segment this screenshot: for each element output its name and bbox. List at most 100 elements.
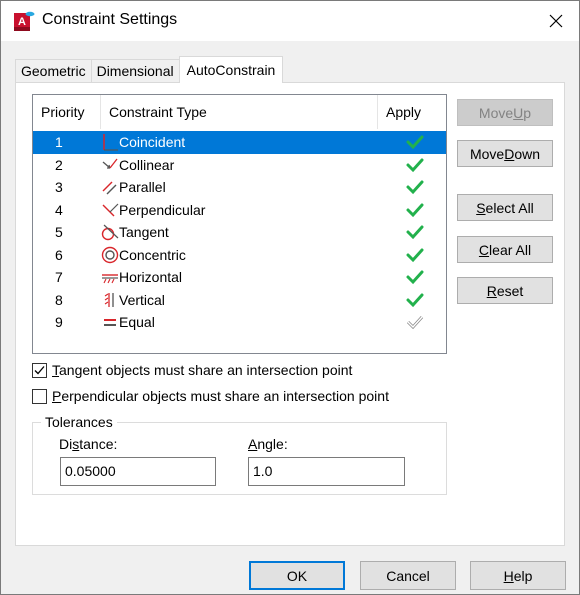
constraint-type-label: Tangent — [119, 224, 169, 241]
constraint-type-label: Collinear — [119, 156, 175, 173]
apply-checked-icon[interactable] — [405, 201, 425, 219]
tab-strip: Geometric Dimensional AutoConstrain — [15, 56, 284, 83]
apply-checked-icon[interactable] — [405, 178, 425, 196]
reset-button[interactable]: Reset — [457, 277, 553, 304]
constraint-type-cell: Collinear — [101, 156, 378, 174]
perpendicular-mnemonic: P — [52, 388, 62, 404]
select-all-mnemonic: S — [476, 199, 486, 216]
list-row-equal[interactable]: 9 Equal — [33, 311, 446, 334]
help-label-post: elp — [513, 567, 533, 584]
apply-cell[interactable] — [378, 246, 444, 264]
move-down-label-post: own — [514, 145, 541, 162]
move-up-label-pre: Move — [478, 104, 514, 121]
list-row-vertical[interactable]: 8 Vertical — [33, 289, 446, 312]
constraint-type-cell: Parallel — [101, 178, 378, 196]
tab-geometric[interactable]: Geometric — [15, 59, 92, 83]
list-row-tangent[interactable]: 5 Tangent — [33, 221, 446, 244]
apply-checked-icon[interactable] — [405, 291, 425, 309]
apply-cell[interactable] — [378, 133, 444, 151]
apply-checked-icon[interactable] — [405, 223, 425, 241]
ok-label: OK — [286, 567, 308, 584]
apply-checked-icon[interactable] — [405, 268, 425, 286]
angle-input[interactable]: 1.0 — [248, 457, 405, 486]
close-button[interactable] — [533, 1, 579, 41]
ok-button[interactable]: OK — [249, 561, 345, 590]
coincident-icon — [103, 134, 118, 151]
move-up-button[interactable]: Move Up — [457, 99, 553, 126]
distance-input[interactable]: 0.05000 — [60, 457, 216, 486]
priority-cell: 5 — [55, 224, 63, 241]
list-row-parallel[interactable]: 3 Parallel — [33, 176, 446, 199]
priority-cell: 9 — [55, 314, 63, 331]
apply-cell[interactable] — [378, 268, 444, 286]
angle-mnemonic: A — [248, 436, 258, 452]
perpendicular-icon — [102, 203, 119, 217]
cancel-label: Cancel — [386, 567, 430, 584]
autoconstrain-panel: Priority Constraint Type Apply 1 Coincide… — [15, 82, 565, 546]
constraint-priority-list[interactable]: Priority Constraint Type Apply 1 Coincide… — [32, 94, 447, 354]
move-up-label-post: p — [523, 104, 532, 121]
tangent-intersection-checkbox[interactable] — [32, 362, 47, 378]
constraint-type-label: Perpendicular — [119, 201, 206, 218]
distance-label-pre: Di — [59, 436, 73, 452]
constraint-settings-dialog: A Constraint Settings Geometric Dimensio… — [0, 0, 580, 595]
parallel-icon — [102, 181, 117, 195]
perpendicular-intersection-label: Perpendicular objects must share an inte… — [52, 388, 389, 404]
cancel-button[interactable]: Cancel — [360, 561, 456, 590]
perpendicular-label-rest: erpendicular objects must share an inter… — [61, 388, 389, 404]
tangent-intersection-label: Tangent objects must share an intersecti… — [52, 362, 352, 378]
constraint-type-cell: Tangent — [101, 223, 378, 241]
constraint-type-label: Parallel — [119, 179, 166, 196]
tab-autoconstrain[interactable]: AutoConstrain — [178, 56, 284, 83]
column-header-apply[interactable]: Apply — [378, 95, 444, 129]
list-row-collinear[interactable]: 2 Collinear — [33, 154, 446, 177]
clear-all-button[interactable]: Clear All — [457, 236, 553, 263]
title-bar: A Constraint Settings — [1, 1, 579, 41]
close-icon — [549, 14, 563, 28]
apply-cell[interactable] — [378, 178, 444, 196]
constraint-type-cell: Concentric — [101, 246, 378, 264]
list-rows: 1 Coincident 2 Collinear 3 Parallel 4 Perpendic… — [33, 131, 446, 334]
priority-cell: 8 — [55, 291, 63, 308]
constraint-type-cell: Coincident — [101, 133, 378, 151]
perpendicular-intersection-option[interactable]: Perpendicular objects must share an inte… — [32, 388, 389, 404]
apply-cell[interactable] — [378, 223, 444, 241]
column-header-priority[interactable]: Priority — [33, 95, 101, 129]
apply-checked-icon[interactable] — [405, 156, 425, 174]
horizontal-icon — [102, 274, 118, 284]
help-button[interactable]: Help — [470, 561, 566, 590]
apply-checked-icon[interactable] — [405, 246, 425, 264]
select-all-label-post: elect All — [485, 199, 534, 216]
move-down-mnemonic: D — [504, 145, 515, 162]
tolerances-group: Tolerances Distance: 0.05000 Angle: 1.0 — [32, 414, 447, 495]
column-header-constraint-type[interactable]: Constraint Type — [101, 95, 378, 129]
apply-cell[interactable] — [378, 156, 444, 174]
apply-unchecked-icon[interactable] — [405, 313, 425, 331]
priority-cell: 7 — [55, 269, 63, 286]
constraint-type-label: Vertical — [119, 291, 165, 308]
list-row-perpendicular[interactable]: 4 Perpendicular — [33, 199, 446, 222]
list-row-concentric[interactable]: 6 Concentric — [33, 244, 446, 267]
move-down-button[interactable]: Move Down — [457, 140, 553, 167]
constraint-type-cell: Equal — [101, 313, 378, 331]
apply-cell[interactable] — [378, 291, 444, 309]
priority-cell: 3 — [55, 179, 63, 196]
move-up-mnemonic: U — [513, 104, 524, 121]
svg-text:A: A — [18, 16, 26, 28]
apply-checked-icon[interactable] — [405, 133, 425, 151]
constraint-type-cell: Perpendicular — [101, 201, 378, 219]
tangent-intersection-option[interactable]: Tangent objects must share an intersecti… — [32, 362, 352, 378]
select-all-button[interactable]: Select All — [457, 194, 553, 221]
apply-cell[interactable] — [378, 201, 444, 219]
constraint-type-cell: Horizontal — [101, 268, 378, 286]
window-title: Constraint Settings — [42, 11, 178, 28]
reset-label-post: eset — [496, 282, 524, 299]
list-row-coincident[interactable]: 1 Coincident — [33, 131, 446, 154]
apply-cell[interactable] — [378, 313, 444, 331]
clear-all-mnemonic: C — [478, 241, 490, 258]
tangent-mnemonic: T — [52, 362, 59, 378]
move-down-label-pre: Move — [469, 145, 505, 162]
tab-dimensional[interactable]: Dimensional — [90, 59, 180, 83]
perpendicular-intersection-checkbox[interactable] — [32, 388, 47, 404]
list-row-horizontal[interactable]: 7 Horizontal — [33, 266, 446, 289]
